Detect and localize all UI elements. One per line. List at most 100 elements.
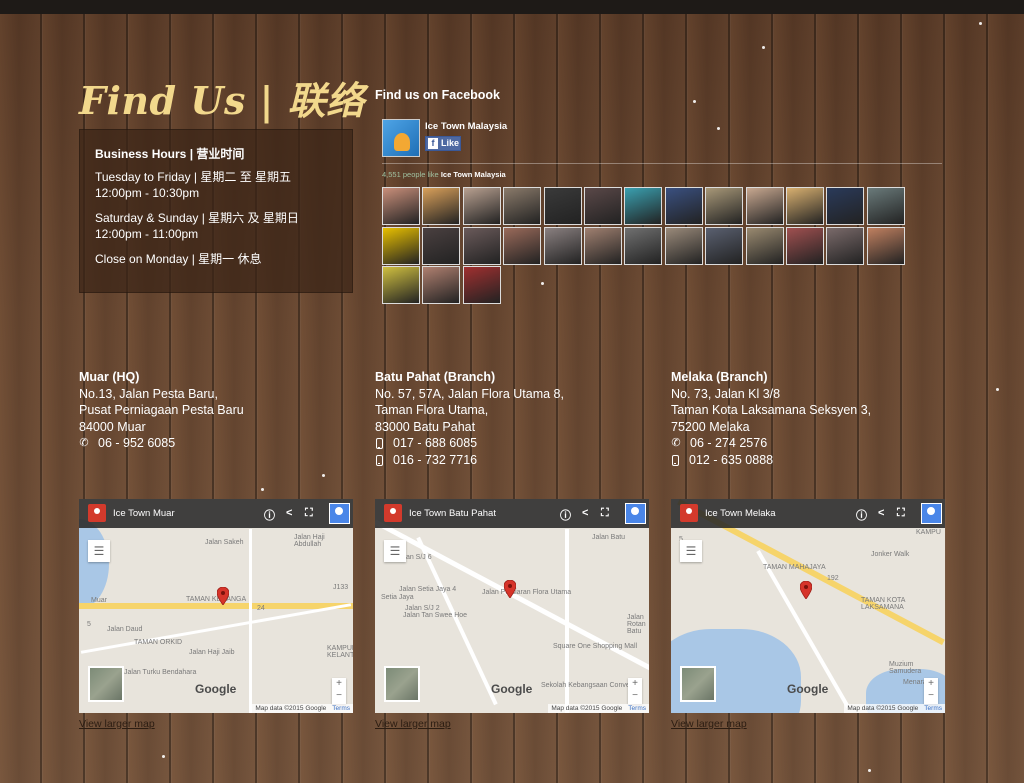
fan-avatar[interactable] <box>462 266 501 304</box>
facebook-page-name[interactable]: Ice Town Malaysia <box>425 121 507 132</box>
facebook-like-button[interactable]: f Like <box>425 136 461 151</box>
page-logo[interactable] <box>382 119 420 157</box>
fan-avatar[interactable] <box>382 187 420 225</box>
map-attribution: Map data ©2015 Google Terms <box>844 704 945 713</box>
satellite-toggle[interactable] <box>680 666 716 702</box>
map-title[interactable]: Ice Town Batu Pahat <box>409 508 496 519</box>
share-icon[interactable]: < <box>878 507 884 519</box>
share-icon[interactable]: < <box>286 507 292 519</box>
business-hours-panel: Business Hours | 营业时间 Tuesday to Friday … <box>79 129 353 293</box>
sparkle <box>162 755 165 758</box>
fan-avatar[interactable] <box>462 187 501 225</box>
zoom-out-button[interactable]: − <box>332 690 346 702</box>
zoom-in-button[interactable]: + <box>628 678 642 690</box>
fan-avatar[interactable] <box>745 226 784 265</box>
terms-link[interactable]: Terms <box>332 705 350 712</box>
phone-number[interactable]: ✆ 06 - 274 2576 <box>671 435 931 452</box>
fan-avatar[interactable] <box>382 266 420 304</box>
fan-avatar[interactable] <box>422 187 461 225</box>
address-line: 75200 Melaka <box>671 419 750 434</box>
info-icon[interactable]: ⓘ <box>560 507 571 523</box>
phone-number[interactable]: 017 - 688 6085 <box>375 435 635 452</box>
fan-avatar[interactable] <box>826 226 865 265</box>
sparkle <box>762 46 765 49</box>
fan-avatar[interactable] <box>503 187 542 225</box>
fan-avatar[interactable] <box>786 226 824 265</box>
view-larger-map-link[interactable]: View larger map <box>671 718 747 730</box>
phone-number[interactable]: 016 - 732 7716 <box>375 452 635 469</box>
embedded-map[interactable]: Jalan Tan Swee Hoe Jalan Setia Jaya 4 Seti… <box>375 499 649 713</box>
zoom-control[interactable]: + − <box>924 678 938 704</box>
fan-avatar[interactable] <box>664 226 703 265</box>
fan-avatar[interactable] <box>786 187 824 225</box>
terms-link[interactable]: Terms <box>628 705 646 712</box>
map-label: 5 <box>87 621 91 628</box>
fan-avatar[interactable] <box>584 187 622 225</box>
fan-avatar[interactable] <box>745 187 784 225</box>
view-larger-map-link[interactable]: View larger map <box>375 718 451 730</box>
fan-avatar[interactable] <box>422 226 461 265</box>
fan-avatar[interactable] <box>866 226 905 265</box>
fan-avatar[interactable] <box>826 187 865 225</box>
fan-avatar[interactable] <box>664 187 703 225</box>
account-avatar[interactable] <box>625 503 646 524</box>
account-avatar[interactable] <box>921 503 942 524</box>
account-avatar[interactable] <box>329 503 350 524</box>
fan-avatar[interactable] <box>382 226 420 265</box>
fullscreen-icon[interactable]: ⛶ <box>601 507 609 520</box>
view-larger-map-link[interactable]: View larger map <box>79 718 155 730</box>
address-line: Pusat Perniagaan Pesta Baru <box>79 403 244 418</box>
terms-link[interactable]: Terms <box>924 705 942 712</box>
satellite-toggle[interactable] <box>88 666 124 702</box>
location-marker-icon[interactable] <box>217 587 229 605</box>
google-logo: Google <box>491 682 533 696</box>
map-title[interactable]: Ice Town Muar <box>113 508 175 519</box>
phone-number[interactable]: ✆ 06 - 952 6085 <box>79 435 339 452</box>
map-label: TAMAN ORKID <box>134 639 183 646</box>
map-legend-icon[interactable]: ☰ <box>384 540 406 562</box>
location-marker-icon[interactable] <box>504 580 516 598</box>
share-icon[interactable]: < <box>582 507 588 519</box>
fan-avatar[interactable] <box>462 226 501 265</box>
weekday-time: 12:00pm - 10:30pm <box>95 186 200 200</box>
map-label: J133 <box>333 584 349 591</box>
sparkle <box>996 388 999 391</box>
map-legend-icon[interactable]: ☰ <box>680 540 702 562</box>
info-icon[interactable]: ⓘ <box>856 507 867 523</box>
facebook-section-title: Find us on Facebook <box>375 88 501 102</box>
fan-avatar[interactable] <box>866 187 905 225</box>
map-header: Ice Town Batu Pahat ⓘ < ⛶ <box>375 499 649 528</box>
zoom-in-button[interactable]: + <box>332 678 346 690</box>
phone-number[interactable]: 012 - 635 0888 <box>671 452 931 469</box>
fan-avatar[interactable] <box>584 226 622 265</box>
fullscreen-icon[interactable]: ⛶ <box>897 507 905 520</box>
fan-avatar[interactable] <box>624 187 663 225</box>
location-marker-icon[interactable] <box>800 581 812 599</box>
zoom-out-button[interactable]: − <box>924 690 938 702</box>
fan-avatar[interactable] <box>624 226 663 265</box>
fan-avatar[interactable] <box>543 187 582 225</box>
embedded-map[interactable]: Muar TAMAN KENANGA TAMAN ORKID Jalan Haji J… <box>79 499 353 713</box>
zoom-control[interactable]: + − <box>332 678 346 704</box>
map-title[interactable]: Ice Town Melaka <box>705 508 776 519</box>
fan-avatar[interactable] <box>422 266 461 304</box>
embedded-map[interactable]: Jonker Walk TAMAN MAHAJAYA TAMAN KOTA LAKS… <box>671 499 945 713</box>
sparkle <box>261 488 264 491</box>
fullscreen-icon[interactable]: ⛶ <box>305 507 313 520</box>
map-pin-icon <box>680 504 698 522</box>
zoom-in-button[interactable]: + <box>924 678 938 690</box>
map-legend-icon[interactable]: ☰ <box>88 540 110 562</box>
map-label: Jalan Batu <box>592 534 626 541</box>
satellite-toggle[interactable] <box>384 666 420 702</box>
like-count-page[interactable]: Ice Town Malaysia <box>441 170 506 179</box>
sparkle <box>868 769 871 772</box>
fan-avatar[interactable] <box>503 226 542 265</box>
zoom-out-button[interactable]: − <box>628 690 642 702</box>
fan-avatar[interactable] <box>705 187 744 225</box>
zoom-control[interactable]: + − <box>628 678 642 704</box>
map-label: Square One Shopping Mall <box>553 643 638 650</box>
fan-avatar[interactable] <box>543 226 582 265</box>
info-icon[interactable]: ⓘ <box>264 507 275 523</box>
fan-avatar[interactable] <box>705 226 744 265</box>
map-label: Jalan Persiaran Flora Utama <box>482 589 572 596</box>
